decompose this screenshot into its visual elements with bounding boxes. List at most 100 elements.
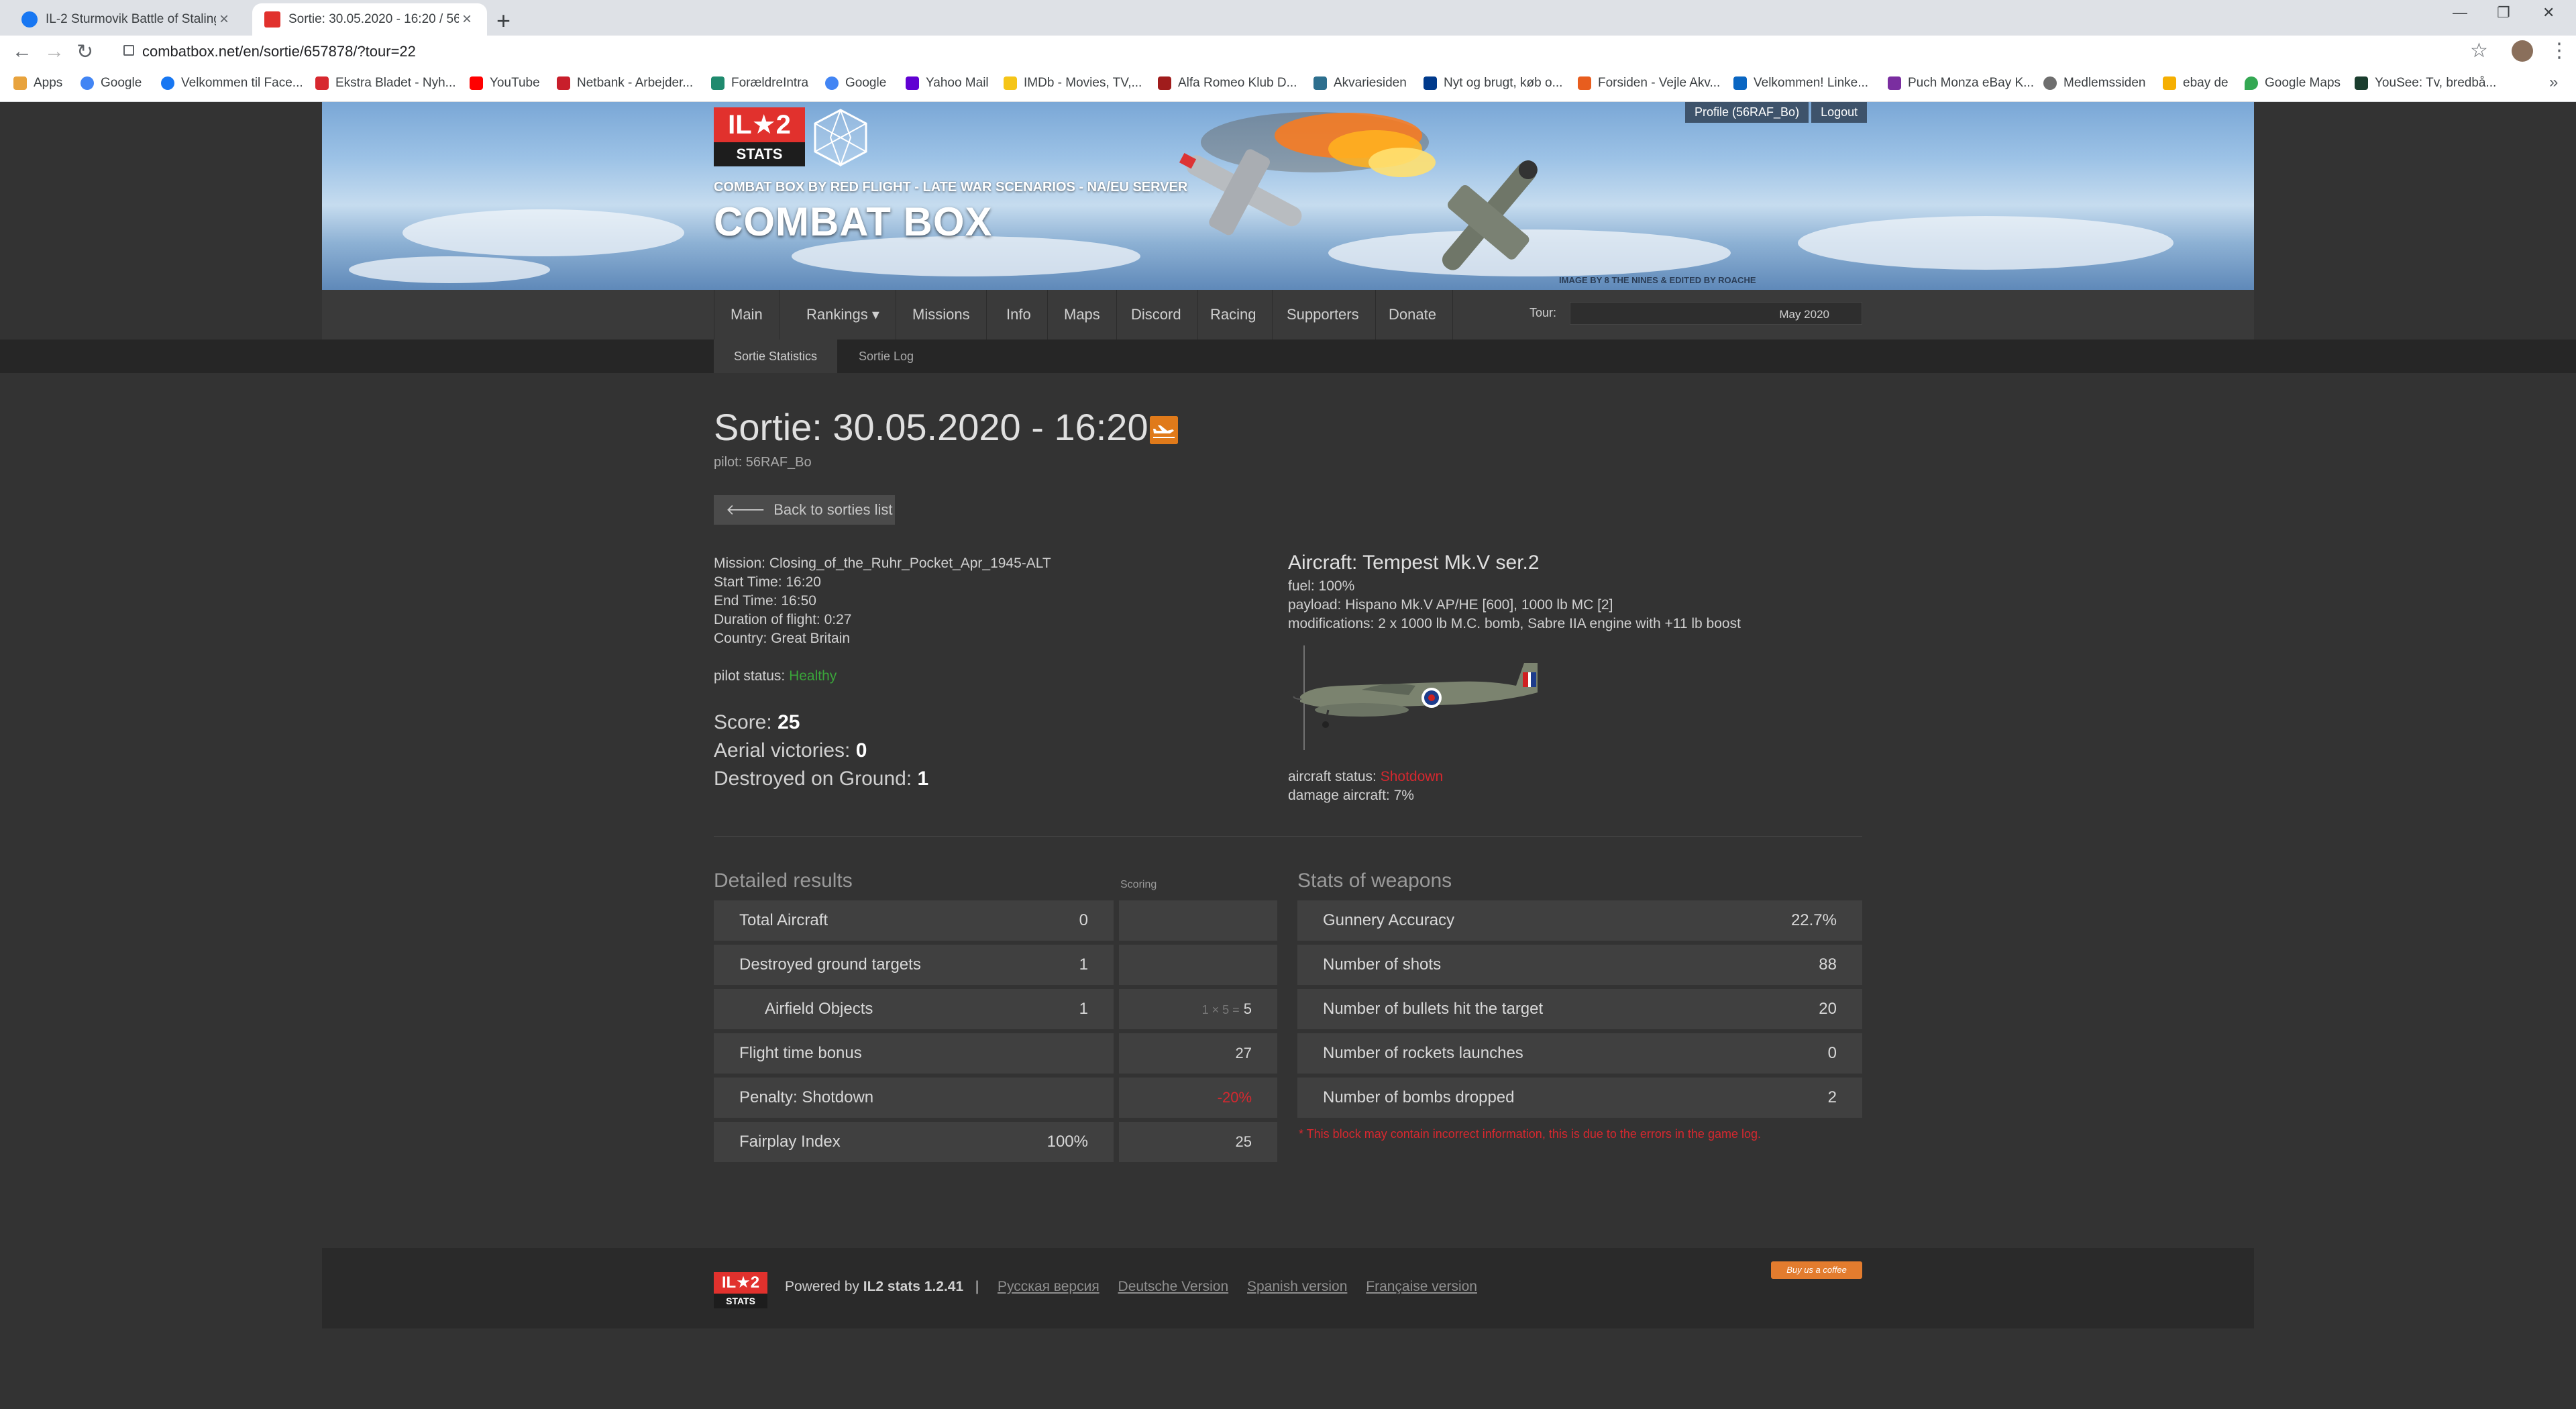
link-german[interactable]: Deutsche Version — [1118, 1279, 1229, 1294]
score-value: 25 — [777, 711, 800, 733]
mission-name[interactable]: Mission: Closing_of_the_Ruhr_Pocket_Apr_… — [714, 554, 1051, 573]
flight-duration: Duration of flight: 0:27 — [714, 612, 852, 627]
pilot-name[interactable]: pilot: 56RAF_Bo — [714, 455, 812, 470]
pilot-status: pilot status: Healthy — [714, 668, 837, 684]
bookmark-apps[interactable]: Apps — [13, 76, 62, 91]
bookmarks-bar: Apps Google Velkommen til Face... Ekstra… — [0, 68, 2576, 102]
powered-prefix: Powered by — [785, 1279, 859, 1294]
bookmark-item[interactable]: Forsiden - Vejle Akv... — [1578, 76, 1720, 91]
nav-supporters[interactable]: Supporters — [1271, 290, 1376, 340]
browser-tab[interactable]: IL-2 Sturmovik Battle of Stalingrad × — [9, 3, 244, 36]
score-line: Score: 25 — [714, 709, 928, 737]
il2-favicon-icon — [264, 11, 280, 28]
aircraft-status-line: aircraft status: Shotdown — [1288, 768, 1443, 786]
new-tab-icon[interactable]: + — [496, 7, 511, 35]
bookmark-item[interactable]: Google Maps — [2245, 76, 2341, 91]
nav-racing[interactable]: Racing — [1194, 290, 1273, 340]
pilot-status-label: pilot status: — [714, 668, 786, 684]
nav-discord[interactable]: Discord — [1115, 290, 1198, 340]
logout-button[interactable]: Logout — [1811, 102, 1868, 123]
minimize-icon[interactable]: — — [2453, 4, 2467, 21]
il2-stats-logo[interactable]: IL★2 STATS — [714, 107, 805, 166]
nav-main[interactable]: Main — [714, 290, 780, 340]
table-row: Total Aircraft 0 — [714, 900, 1114, 941]
table-row-scoring: 1 × 5 = 5 — [1119, 989, 1277, 1029]
link-spanish[interactable]: Spanish version — [1247, 1279, 1347, 1294]
bookmark-item[interactable]: Google — [825, 76, 886, 91]
globe-icon — [2043, 76, 2057, 90]
aerial-victories-line: Aerial victories: 0 — [714, 737, 928, 765]
linkedin-icon — [1733, 76, 1747, 90]
close-tab-icon[interactable]: × — [216, 10, 232, 29]
powered-name[interactable]: IL2 stats 1.2.41 — [863, 1279, 963, 1294]
tour-label: Tour: — [1529, 306, 1557, 319]
aircraft-status: aircraft status: Shotdown damage aircraf… — [1288, 768, 1443, 805]
sub-navigation: Sortie Statistics Sortie Log — [0, 340, 2576, 373]
bookmark-item[interactable]: Velkommen til Face... — [161, 76, 303, 91]
back-arrow-icon[interactable]: ← — [12, 40, 32, 63]
back-arrow-icon: 🡐 — [726, 501, 774, 518]
address-bar[interactable]: combatbox.net/en/sortie/657878/?tour=22 — [110, 39, 2478, 64]
browser-tab-active[interactable]: Sortie: 30.05.2020 - 16:20 / 56RAF × — [252, 3, 487, 36]
footer-logo[interactable]: IL★2 STATS — [714, 1272, 767, 1308]
bookmark-item[interactable]: Google — [80, 76, 142, 91]
row-value: 88 — [1819, 955, 1837, 974]
bookmark-item[interactable]: Velkommen! Linke... — [1733, 76, 1868, 91]
nav-info[interactable]: Info — [990, 290, 1048, 340]
buy-coffee-button[interactable]: Buy us a coffee — [1771, 1261, 1862, 1279]
bookmark-label: Google — [845, 76, 887, 90]
link-french[interactable]: Française version — [1366, 1279, 1477, 1294]
row-value: 1 — [1079, 955, 1088, 974]
bookmark-label: Akvariesiden — [1334, 76, 1407, 90]
bookmark-item[interactable]: Nyt og brugt, køb o... — [1424, 76, 1562, 91]
site-title[interactable]: COMBAT BOX — [714, 199, 993, 245]
table-row: Destroyed ground targets 1 — [714, 945, 1114, 985]
payload: payload: Hispano Mk.V AP/HE [600], 1000 … — [1288, 597, 1613, 613]
tab-sortie-log[interactable]: Sortie Log — [839, 340, 934, 373]
bookmark-item[interactable]: Puch Monza eBay K... — [1888, 76, 2034, 91]
bookmark-label: Forsiden - Vejle Akv... — [1598, 76, 1721, 90]
combat-box-hex-icon — [814, 109, 867, 167]
restore-icon[interactable]: ❐ — [2497, 4, 2510, 21]
nav-maps[interactable]: Maps — [1048, 290, 1117, 340]
tab-sortie-statistics[interactable]: Sortie Statistics — [714, 340, 838, 373]
browser-menu-icon[interactable]: ⋮ — [2549, 39, 2569, 62]
forward-arrow-icon[interactable]: → — [44, 40, 64, 63]
bookmark-item[interactable]: YouSee: Tv, bredbå... — [2355, 76, 2496, 91]
bookmark-item[interactable]: Alfa Romeo Klub D... — [1158, 76, 1297, 91]
main-navigation: Main Rankings ▾ Missions Info Maps Disco… — [322, 290, 2254, 340]
bookmark-label: Ekstra Bladet - Nyh... — [335, 76, 456, 90]
profile-button[interactable]: Profile (56RAF_Bo) — [1685, 102, 1809, 123]
bookmarks-overflow-icon[interactable]: » — [2549, 73, 2558, 92]
close-tab-icon[interactable]: × — [459, 10, 475, 29]
back-to-sorties-button[interactable]: 🡐 Back to sorties list — [714, 495, 895, 525]
bookmark-item[interactable]: IMDb - Movies, TV,... — [1004, 76, 1142, 91]
aircraft-dogfight-artwork — [1179, 112, 1538, 270]
footer-logo-bottom: STATS — [714, 1294, 767, 1308]
bookmark-item[interactable]: Yahoo Mail — [906, 76, 989, 91]
start-time: Start Time: 16:20 — [714, 574, 821, 590]
bookmark-item[interactable]: Akvariesiden — [1313, 76, 1407, 91]
bookmark-item[interactable]: Netbank - Arbejder... — [557, 76, 693, 91]
row-label: Penalty: Shotdown — [739, 1088, 874, 1106]
close-window-icon[interactable]: ✕ — [2542, 4, 2555, 21]
bookmark-item[interactable]: YouTube — [470, 76, 540, 91]
reload-icon[interactable]: ↻ — [76, 40, 93, 64]
table-row: Fairplay Index 100% — [714, 1122, 1114, 1162]
weapons-disclaimer: * This block may contain incorrect infor… — [1299, 1127, 1761, 1141]
tour-select[interactable]: May 2020 — [1570, 302, 1862, 325]
profile-avatar[interactable] — [2512, 40, 2533, 62]
google-maps-icon — [2245, 76, 2258, 90]
nav-donate[interactable]: Donate — [1373, 290, 1453, 340]
bookmark-item[interactable]: ForældreIntra — [711, 76, 808, 91]
country: Country: Great Britain — [714, 631, 851, 646]
link-russian[interactable]: Русская версия — [998, 1279, 1099, 1294]
logo-top-text: IL★2 — [714, 107, 805, 142]
puch-icon — [1888, 76, 1901, 90]
bookmark-item[interactable]: Ekstra Bladet - Nyh... — [315, 76, 456, 91]
bookmark-item[interactable]: ebay de — [2163, 76, 2229, 91]
bookmark-item[interactable]: Medlemssiden — [2043, 76, 2146, 91]
nav-rankings[interactable]: Rankings ▾ — [790, 290, 896, 340]
nav-missions[interactable]: Missions — [896, 290, 987, 340]
bookmark-star-icon[interactable]: ☆ — [2470, 39, 2488, 62]
